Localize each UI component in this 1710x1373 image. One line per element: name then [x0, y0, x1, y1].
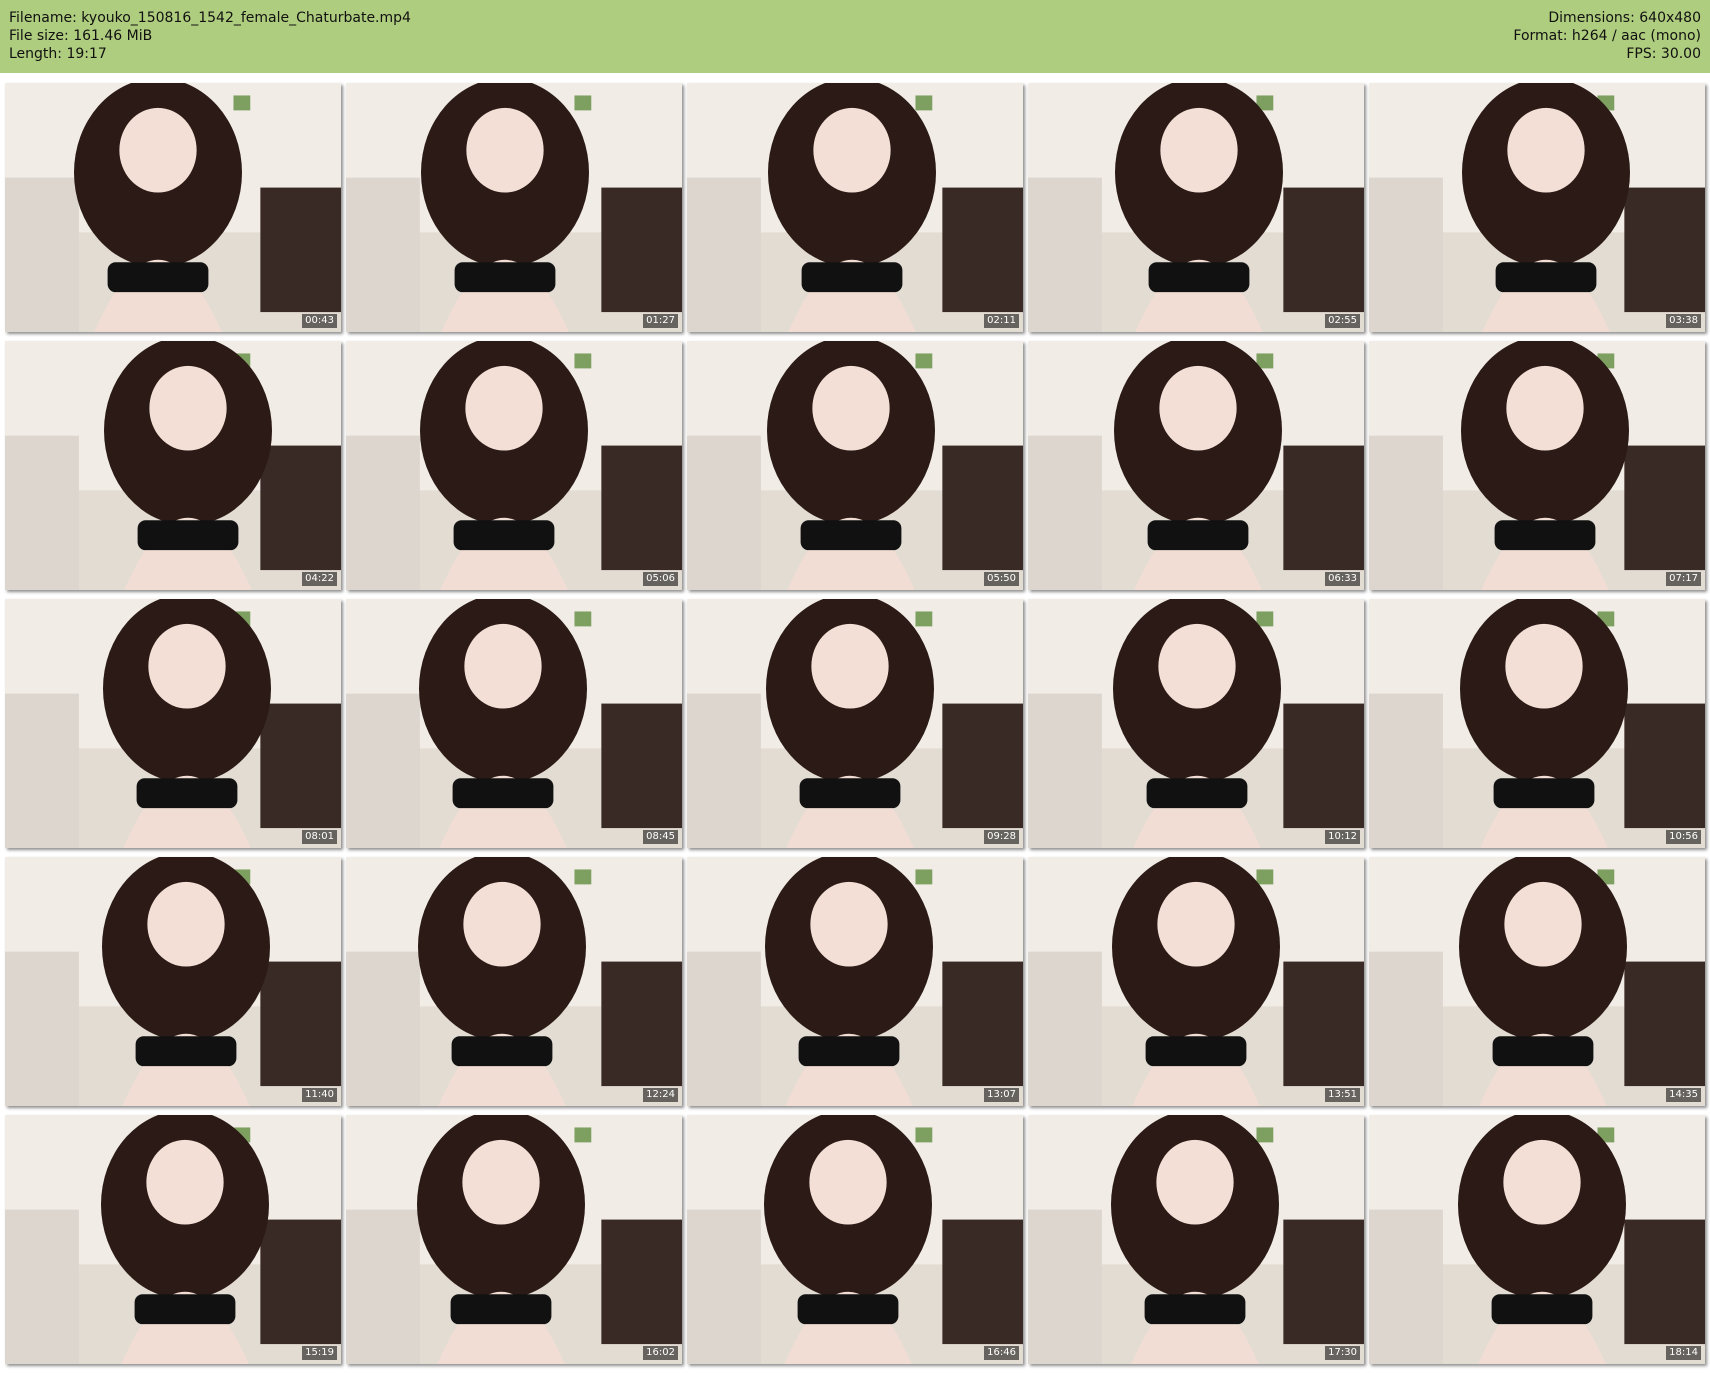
thumbnail-grid: 00:43 01:27 02:11 02:55 03:38 04:22 05:0… [5, 83, 1705, 1370]
timestamp: 04:22 [302, 572, 337, 586]
timestamp: 08:45 [643, 830, 678, 844]
timestamp: 16:02 [643, 1346, 678, 1360]
thumbnail: 10:12 [1028, 599, 1364, 848]
timestamp: 10:56 [1666, 830, 1701, 844]
format-text: Format: h264 / aac (mono) [1513, 28, 1701, 44]
thumbnail-image [346, 83, 682, 332]
thumbnail: 17:30 [1028, 1115, 1364, 1364]
timestamp: 00:43 [302, 314, 337, 328]
thumbnail: 16:02 [346, 1115, 682, 1364]
timestamp: 03:38 [1666, 314, 1701, 328]
timestamp: 02:11 [984, 314, 1019, 328]
video-info: Dimensions: 640x480 Format: h264 / aac (… [1513, 9, 1701, 73]
thumbnail: 05:06 [346, 341, 682, 590]
thumbnail: 00:43 [5, 83, 341, 332]
timestamp: 08:01 [302, 830, 337, 844]
timestamp: 06:33 [1325, 572, 1360, 586]
filename-text: Filename: kyouko_150816_1542_female_Chat… [9, 10, 411, 26]
thumbnail: 03:38 [1369, 83, 1705, 332]
thumbnail: 11:40 [5, 857, 341, 1106]
thumbnail: 13:51 [1028, 857, 1364, 1106]
thumbnail-image [687, 341, 1023, 590]
thumbnail-image [1369, 599, 1705, 848]
thumbnail-image [346, 1115, 682, 1364]
timestamp: 13:51 [1325, 1088, 1360, 1102]
timestamp: 13:07 [984, 1088, 1019, 1102]
thumbnail: 04:22 [5, 341, 341, 590]
thumbnail-image [1369, 857, 1705, 1106]
thumbnail: 18:14 [1369, 1115, 1705, 1364]
timestamp: 05:50 [984, 572, 1019, 586]
thumbnail: 08:01 [5, 599, 341, 848]
timestamp: 14:35 [1666, 1088, 1701, 1102]
thumbnail-image [687, 599, 1023, 848]
thumbnail-image [1369, 83, 1705, 332]
timestamp: 10:12 [1325, 830, 1360, 844]
timestamp: 12:24 [643, 1088, 678, 1102]
thumbnail-image [687, 1115, 1023, 1364]
thumbnail: 02:55 [1028, 83, 1364, 332]
thumbnail: 05:50 [687, 341, 1023, 590]
dimensions-text: Dimensions: 640x480 [1548, 10, 1701, 26]
timestamp: 18:14 [1666, 1346, 1701, 1360]
thumbnail-image [346, 857, 682, 1106]
timestamp: 05:06 [643, 572, 678, 586]
thumbnail-image [687, 857, 1023, 1106]
thumbnail-image [687, 83, 1023, 332]
thumbnail: 10:56 [1369, 599, 1705, 848]
timestamp: 15:19 [302, 1346, 337, 1360]
file-info: Filename: kyouko_150816_1542_female_Chat… [9, 9, 411, 73]
thumbnail-image [1028, 341, 1364, 590]
thumbnail: 09:28 [687, 599, 1023, 848]
timestamp: 02:55 [1325, 314, 1360, 328]
timestamp: 01:27 [643, 314, 678, 328]
thumbnail: 14:35 [1369, 857, 1705, 1106]
thumbnail: 01:27 [346, 83, 682, 332]
thumbnail-image [5, 857, 341, 1106]
thumbnail-image [346, 599, 682, 848]
thumbnail-image [5, 1115, 341, 1364]
timestamp: 07:17 [1666, 572, 1701, 586]
thumbnail: 02:11 [687, 83, 1023, 332]
length-text: Length: 19:17 [9, 46, 107, 62]
thumbnail-image [5, 599, 341, 848]
thumbnail-image [1369, 341, 1705, 590]
thumbnail-image [1369, 1115, 1705, 1364]
info-header: Filename: kyouko_150816_1542_female_Chat… [0, 0, 1710, 73]
thumbnail: 15:19 [5, 1115, 341, 1364]
thumbnail-image [1028, 599, 1364, 848]
thumbnail: 13:07 [687, 857, 1023, 1106]
thumbnail-image [1028, 857, 1364, 1106]
thumbnail-image [5, 341, 341, 590]
thumbnail: 12:24 [346, 857, 682, 1106]
timestamp: 17:30 [1325, 1346, 1360, 1360]
thumbnail: 06:33 [1028, 341, 1364, 590]
thumbnail-image [1028, 1115, 1364, 1364]
timestamp: 16:46 [984, 1346, 1019, 1360]
fps-text: FPS: 30.00 [1626, 46, 1701, 62]
thumbnail: 08:45 [346, 599, 682, 848]
thumbnail-image [1028, 83, 1364, 332]
thumbnail: 07:17 [1369, 341, 1705, 590]
timestamp: 09:28 [984, 830, 1019, 844]
file-size-text: File size: 161.46 MiB [9, 28, 153, 44]
thumbnail: 16:46 [687, 1115, 1023, 1364]
thumbnail-image [5, 83, 341, 332]
timestamp: 11:40 [302, 1088, 337, 1102]
thumbnail-image [346, 341, 682, 590]
